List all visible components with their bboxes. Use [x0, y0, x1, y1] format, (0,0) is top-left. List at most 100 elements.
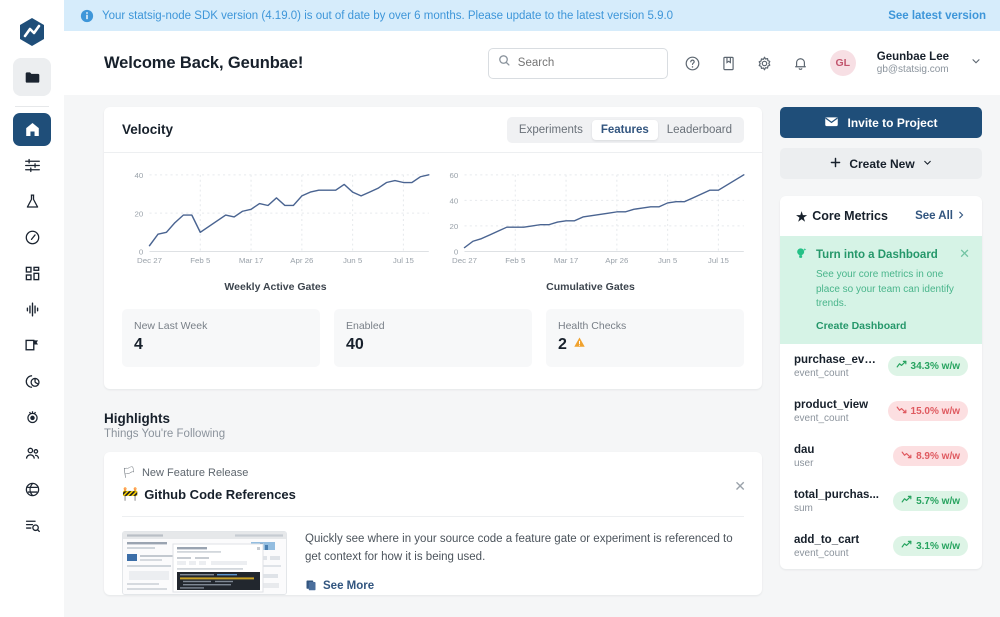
highlights-subtitle: Things You're Following	[104, 428, 226, 440]
sidebar-item-home[interactable]	[13, 113, 51, 146]
metric-change-value: 5.7% w/w	[916, 495, 960, 507]
tab-features[interactable]: Features	[591, 119, 658, 140]
svg-text:Jun 5: Jun 5	[343, 256, 362, 265]
svg-text:Apr 26: Apr 26	[605, 256, 628, 265]
sidebar-item-segments[interactable]	[13, 329, 51, 362]
trend-up-icon	[896, 359, 907, 373]
metric-change-badge: 8.9% w/w	[893, 446, 968, 466]
sidebar-item-pulse[interactable]	[13, 293, 51, 326]
create-dashboard-link[interactable]: Create Dashboard	[816, 320, 968, 332]
highlight-heading: 🚧 Github Code References	[122, 486, 744, 502]
user-menu[interactable]: Geunbae Lee gb@statsig.com	[877, 50, 949, 77]
stat-health-checks: Health Checks 2	[546, 309, 744, 367]
stat-value: 4	[134, 336, 143, 353]
metric-type: event_count	[794, 412, 849, 424]
metric-row[interactable]: product_view event_count 15.0% w/w	[780, 389, 982, 434]
stat-value: 40	[346, 336, 364, 353]
stat-label: New Last Week	[134, 320, 208, 332]
svg-text:20: 20	[449, 222, 458, 231]
search-icon	[498, 54, 511, 72]
people-icon	[25, 447, 39, 459]
see-all-link[interactable]: See All	[915, 210, 966, 223]
docs-icon[interactable]	[718, 52, 740, 74]
stat-label: Health Checks	[558, 320, 627, 332]
core-metrics-list: purchase_event event_count 34.3% w/w produc…	[780, 344, 982, 569]
close-icon[interactable]: ✕	[734, 478, 746, 495]
target-icon	[26, 411, 38, 424]
core-metrics-header: ★ Core Metrics See All	[780, 196, 982, 236]
help-icon[interactable]	[682, 52, 704, 74]
svg-text:Apr 26: Apr 26	[290, 256, 313, 265]
see-all-label: See All	[915, 210, 953, 222]
tab-experiments[interactable]: Experiments	[510, 120, 592, 140]
stat-enabled: Enabled 40	[334, 309, 532, 367]
search-box[interactable]	[487, 47, 668, 79]
rail-divider	[15, 106, 49, 107]
avatar[interactable]: GL	[829, 50, 856, 76]
close-icon[interactable]: ✕	[959, 246, 970, 262]
product-screenshot-thumbnail[interactable]	[122, 531, 287, 595]
sidebar-item-dynamic-configs[interactable]	[13, 257, 51, 290]
metric-info: dau user	[794, 444, 885, 469]
flask-icon	[26, 194, 38, 208]
velocity-title: Velocity	[122, 122, 174, 137]
metric-name: total_purchas...	[794, 488, 879, 501]
pie-clock-icon	[25, 375, 40, 388]
metric-change-badge: 34.3% w/w	[887, 356, 968, 376]
sidebar-item-targeting[interactable]	[13, 401, 51, 434]
svg-text:60: 60	[449, 171, 458, 180]
invite-to-project-button[interactable]: Invite to Project	[780, 107, 982, 138]
svg-text:Jun 5: Jun 5	[658, 256, 677, 265]
waveform-icon	[26, 302, 38, 317]
app-root: Your statsig-node SDK version (4.19.0) i…	[0, 0, 1000, 617]
stat-value: 2	[558, 336, 567, 353]
sidebar-item-feature-gates[interactable]	[13, 149, 51, 182]
highlight-kicker-text: New Feature Release	[141, 466, 249, 479]
metric-change-value: 15.0% w/w	[910, 405, 960, 417]
warning-triangle-icon	[573, 336, 586, 354]
sidebar-item-analytics[interactable]	[13, 365, 51, 398]
svg-text:20: 20	[134, 210, 143, 219]
metric-row[interactable]: add_to_cart event_count 3.1% w/w	[780, 524, 982, 569]
highlights-title: Highlights	[104, 411, 170, 426]
svg-text:40: 40	[134, 171, 143, 180]
left-nav-rail	[0, 0, 64, 617]
search-input[interactable]	[517, 57, 658, 69]
sidebar-item-metrics[interactable]	[13, 221, 51, 254]
see-more-link[interactable]: See More	[305, 579, 744, 594]
globe-check-icon	[25, 482, 39, 497]
sidebar-item-diagnostics[interactable]	[13, 473, 51, 506]
main-body: Your statsig-node SDK version (4.19.0) i…	[64, 0, 1000, 617]
metric-name: dau	[794, 443, 815, 456]
right-sidebar: Invite to Project Create New ★ Core Metr…	[780, 107, 982, 617]
svg-text:Feb 5: Feb 5	[505, 256, 525, 265]
notifications-icon[interactable]	[790, 52, 812, 74]
velocity-charts: 0 20 40 Dec 27 Feb 5 Mar 17 Apr 26 Jun 5 Jul 15 …	[104, 153, 762, 293]
metric-change-value: 34.3% w/w	[910, 360, 960, 372]
statsig-hexagon-logo[interactable]	[12, 12, 52, 52]
trend-down-icon	[896, 404, 907, 418]
svg-text:Mar 17: Mar 17	[554, 256, 578, 265]
metric-info: purchase_event event_count	[794, 354, 880, 379]
chevron-down-icon[interactable]	[970, 54, 982, 72]
folder-icon	[25, 71, 39, 83]
tab-leaderboard[interactable]: Leaderboard	[658, 120, 741, 140]
see-latest-version-link[interactable]: See latest version	[888, 10, 986, 22]
sidebar-item-users[interactable]	[13, 437, 51, 470]
lightbulb-icon	[794, 246, 809, 264]
sliders-icon	[24, 158, 40, 173]
velocity-tabs: Experiments Features Leaderboard	[506, 116, 744, 143]
project-switcher-button[interactable]	[13, 58, 51, 96]
metric-row[interactable]: purchase_event event_count 34.3% w/w	[780, 344, 982, 389]
create-new-button[interactable]: Create New	[780, 148, 982, 179]
metric-row[interactable]: dau user 8.9% w/w	[780, 434, 982, 479]
metric-name: add_to_cart	[794, 533, 860, 546]
sidebar-item-experiments[interactable]	[13, 185, 51, 218]
content-area: Velocity Experiments Features Leaderboar…	[64, 95, 1000, 617]
home-icon	[25, 122, 39, 137]
cumulative-gates-plot: 0 20 40 60 Dec 27 Feb 5 Mar 17 Apr 26 Jun 5 Jul 1…	[433, 167, 748, 275]
top-header: Welcome Back, Geunbae! GL Geunba	[64, 31, 1000, 95]
metric-row[interactable]: total_purchas... sum 5.7% w/w	[780, 479, 982, 524]
sidebar-item-logs[interactable]	[13, 509, 51, 542]
settings-icon[interactable]	[754, 52, 776, 74]
